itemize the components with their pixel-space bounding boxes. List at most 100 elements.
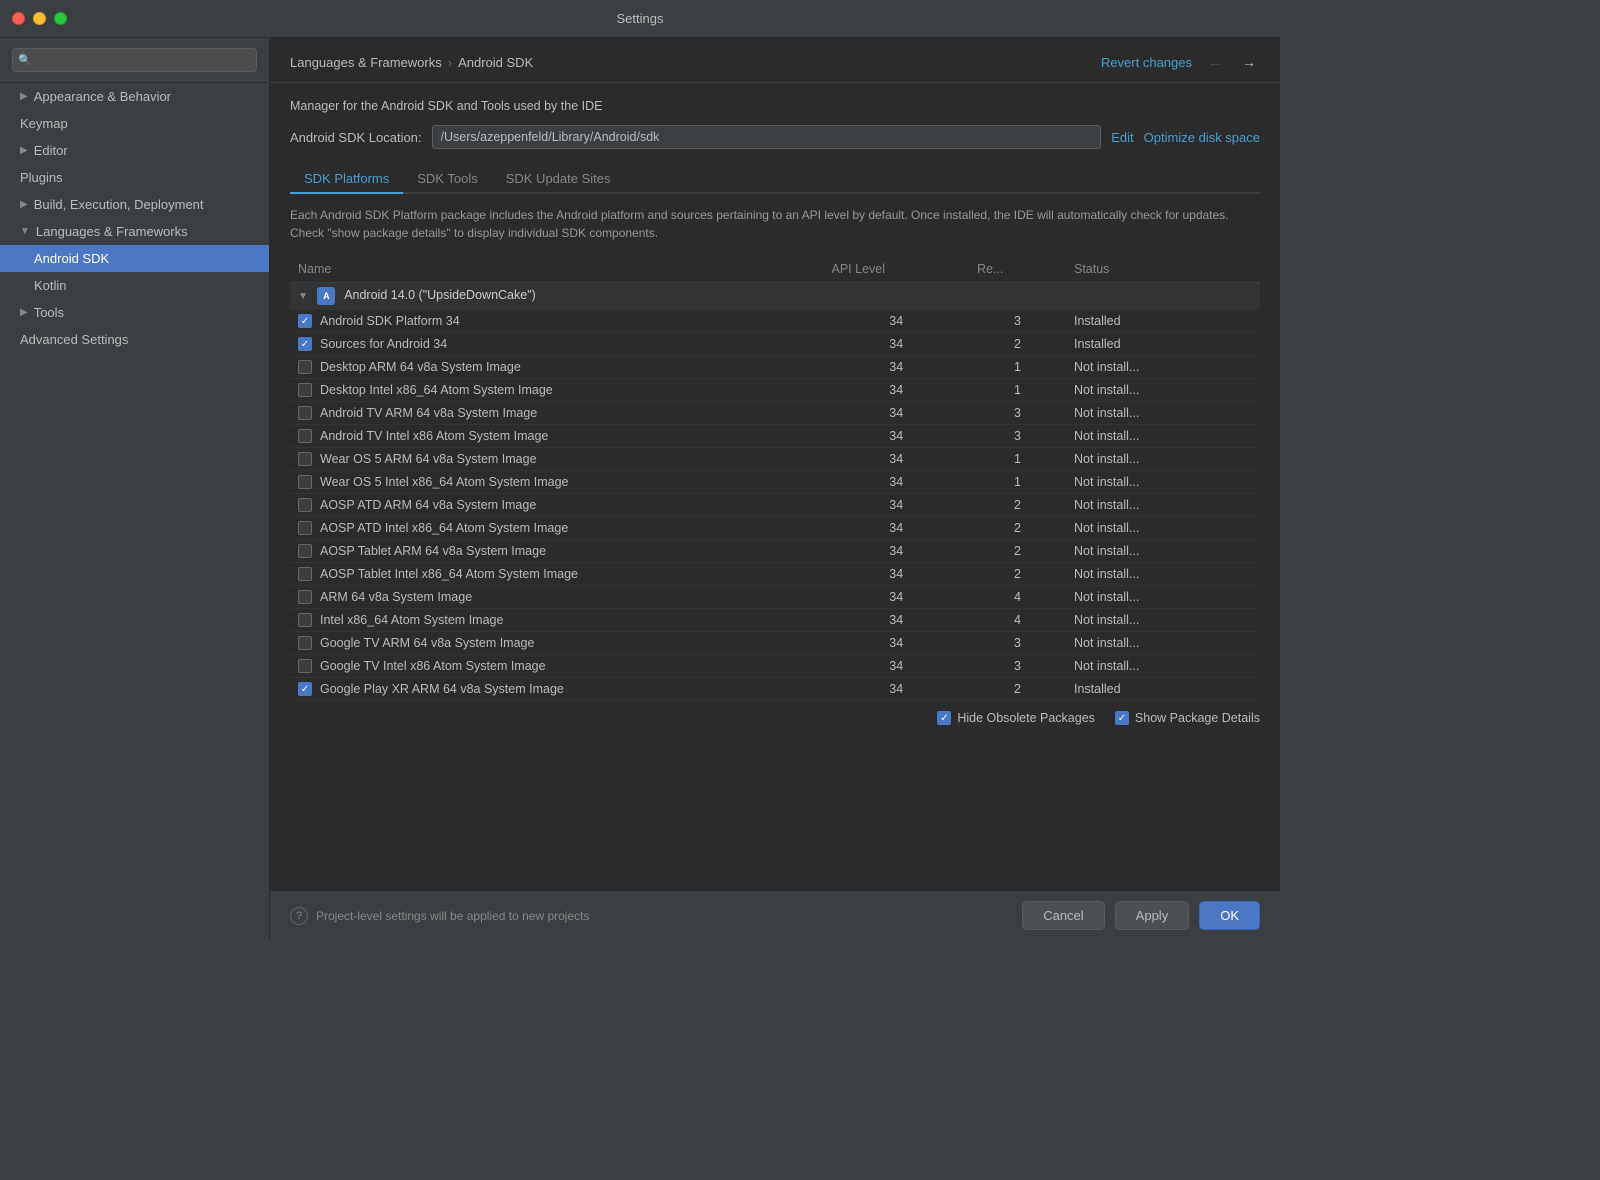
- sdk-item-checkbox[interactable]: [298, 567, 312, 581]
- sdk-item-checkbox[interactable]: [298, 521, 312, 535]
- help-icon[interactable]: ?: [290, 907, 308, 925]
- tab-sdk-platforms[interactable]: SDK Platforms: [290, 165, 403, 194]
- sidebar-item-appearance[interactable]: ▶ Appearance & Behavior: [0, 83, 269, 110]
- sdk-item-rev: 2: [969, 563, 1066, 586]
- sdk-item-api: 34: [824, 333, 970, 356]
- apply-button[interactable]: Apply: [1115, 901, 1190, 930]
- sidebar-item-label: Kotlin: [34, 278, 67, 293]
- table-row: Google TV ARM 64 v8a System Image 34 3 N…: [290, 632, 1260, 655]
- sdk-item-name: AOSP ATD Intel x86_64 Atom System Image: [320, 521, 568, 535]
- sdk-item-api: 34: [824, 517, 970, 540]
- nav-forward-arrow[interactable]: →: [1238, 52, 1260, 72]
- sdk-item-rev: 2: [969, 333, 1066, 356]
- sidebar-item-plugins[interactable]: Plugins: [0, 164, 269, 191]
- window-controls: [12, 12, 67, 25]
- sdk-location-input[interactable]: [432, 125, 1102, 149]
- sdk-item-name: Desktop ARM 64 v8a System Image: [320, 360, 521, 374]
- sidebar-search-area: 🔍: [0, 38, 269, 83]
- sdk-item-name: Desktop Intel x86_64 Atom System Image: [320, 383, 553, 397]
- breadcrumb-current: Android SDK: [458, 55, 533, 70]
- sdk-item-checkbox[interactable]: [298, 475, 312, 489]
- sdk-item-checkbox[interactable]: [298, 337, 312, 351]
- sdk-item-checkbox[interactable]: [298, 452, 312, 466]
- sdk-item-api: 34: [824, 632, 970, 655]
- sidebar-item-editor[interactable]: ▶ Editor: [0, 137, 269, 164]
- table-row: AOSP ATD ARM 64 v8a System Image 34 2 No…: [290, 494, 1260, 517]
- breadcrumb: Languages & Frameworks › Android SDK: [290, 55, 533, 70]
- sdk-item-checkbox[interactable]: [298, 406, 312, 420]
- sdk-item-status: Not install...: [1066, 379, 1260, 402]
- table-group-row: ▼ A Android 14.0 ("UpsideDownCake"): [290, 283, 1260, 310]
- sdk-edit-link[interactable]: Edit: [1111, 130, 1133, 145]
- cancel-button[interactable]: Cancel: [1022, 901, 1104, 930]
- sidebar-item-keymap[interactable]: Keymap: [0, 110, 269, 137]
- sdk-item-api: 34: [824, 540, 970, 563]
- table-row: Sources for Android 34 34 2 Installed: [290, 333, 1260, 356]
- nav-back-arrow[interactable]: ←: [1204, 52, 1226, 72]
- sidebar-item-label: Build, Execution, Deployment: [34, 197, 204, 212]
- sdk-table: Name API Level Re... Status ▼ A Android …: [290, 256, 1260, 701]
- tab-sdk-tools[interactable]: SDK Tools: [403, 165, 491, 194]
- sdk-item-name: AOSP ATD ARM 64 v8a System Image: [320, 498, 536, 512]
- sdk-item-api: 34: [824, 310, 970, 333]
- sdk-item-checkbox[interactable]: [298, 498, 312, 512]
- sdk-item-checkbox[interactable]: [298, 636, 312, 650]
- sdk-item-status: Not install...: [1066, 494, 1260, 517]
- sdk-item-rev: 4: [969, 586, 1066, 609]
- sidebar: 🔍 ▶ Appearance & Behavior Keymap ▶ Edito…: [0, 38, 270, 940]
- sdk-item-name: Intel x86_64 Atom System Image: [320, 613, 503, 627]
- sidebar-item-languages[interactable]: ▼ Languages & Frameworks: [0, 218, 269, 245]
- sdk-item-checkbox[interactable]: [298, 590, 312, 604]
- sdk-item-name: AOSP Tablet ARM 64 v8a System Image: [320, 544, 546, 558]
- sdk-item-status: Not install...: [1066, 540, 1260, 563]
- window-title: Settings: [617, 11, 664, 26]
- sdk-item-status: Not install...: [1066, 448, 1260, 471]
- sdk-item-name: Sources for Android 34: [320, 337, 447, 351]
- hide-obsolete-checkbox[interactable]: [937, 711, 951, 725]
- sidebar-item-tools[interactable]: ▶ Tools: [0, 299, 269, 326]
- sdk-item-rev: 1: [969, 448, 1066, 471]
- sdk-item-checkbox[interactable]: [298, 360, 312, 374]
- sidebar-item-android-sdk[interactable]: Android SDK: [0, 245, 269, 272]
- minimize-button[interactable]: [33, 12, 46, 25]
- table-row: Android TV Intel x86 Atom System Image 3…: [290, 425, 1260, 448]
- sdk-item-checkbox[interactable]: [298, 429, 312, 443]
- table-row: Android TV ARM 64 v8a System Image 34 3 …: [290, 402, 1260, 425]
- show-details-option: Show Package Details: [1115, 711, 1260, 725]
- sdk-item-checkbox[interactable]: [298, 314, 312, 328]
- sdk-item-rev: 2: [969, 517, 1066, 540]
- content-header: Languages & Frameworks › Android SDK Rev…: [270, 38, 1280, 83]
- search-input[interactable]: [12, 48, 257, 72]
- sidebar-item-advanced[interactable]: Advanced Settings: [0, 326, 269, 353]
- sdk-item-checkbox[interactable]: [298, 544, 312, 558]
- col-header-api: API Level: [824, 256, 970, 283]
- col-header-status: Status: [1066, 256, 1260, 283]
- sdk-item-checkbox[interactable]: [298, 659, 312, 673]
- sdk-optimize-link[interactable]: Optimize disk space: [1144, 130, 1260, 145]
- sdk-item-checkbox[interactable]: [298, 682, 312, 696]
- sidebar-item-build[interactable]: ▶ Build, Execution, Deployment: [0, 191, 269, 218]
- sdk-item-rev: 4: [969, 609, 1066, 632]
- table-row: Wear OS 5 ARM 64 v8a System Image 34 1 N…: [290, 448, 1260, 471]
- sdk-item-rev: 1: [969, 471, 1066, 494]
- table-row: ARM 64 v8a System Image 34 4 Not install…: [290, 586, 1260, 609]
- sdk-item-checkbox[interactable]: [298, 613, 312, 627]
- footer-buttons: Cancel Apply OK: [1022, 901, 1260, 930]
- tab-sdk-update-sites[interactable]: SDK Update Sites: [492, 165, 625, 194]
- sdk-item-name: Android SDK Platform 34: [320, 314, 460, 328]
- ok-button[interactable]: OK: [1199, 901, 1260, 930]
- breadcrumb-parent: Languages & Frameworks: [290, 55, 442, 70]
- sdk-item-api: 34: [824, 655, 970, 678]
- show-details-checkbox[interactable]: [1115, 711, 1129, 725]
- table-row: AOSP ATD Intel x86_64 Atom System Image …: [290, 517, 1260, 540]
- close-button[interactable]: [12, 12, 25, 25]
- main-container: 🔍 ▶ Appearance & Behavior Keymap ▶ Edito…: [0, 38, 1280, 940]
- maximize-button[interactable]: [54, 12, 67, 25]
- sdk-item-rev: 3: [969, 655, 1066, 678]
- revert-changes-link[interactable]: Revert changes: [1101, 55, 1192, 70]
- sdk-item-checkbox[interactable]: [298, 383, 312, 397]
- hide-obsolete-option: Hide Obsolete Packages: [937, 711, 1095, 725]
- chevron-down-icon: ▼: [20, 226, 30, 237]
- sdk-item-name: Google TV ARM 64 v8a System Image: [320, 636, 534, 650]
- sidebar-item-kotlin[interactable]: Kotlin: [0, 272, 269, 299]
